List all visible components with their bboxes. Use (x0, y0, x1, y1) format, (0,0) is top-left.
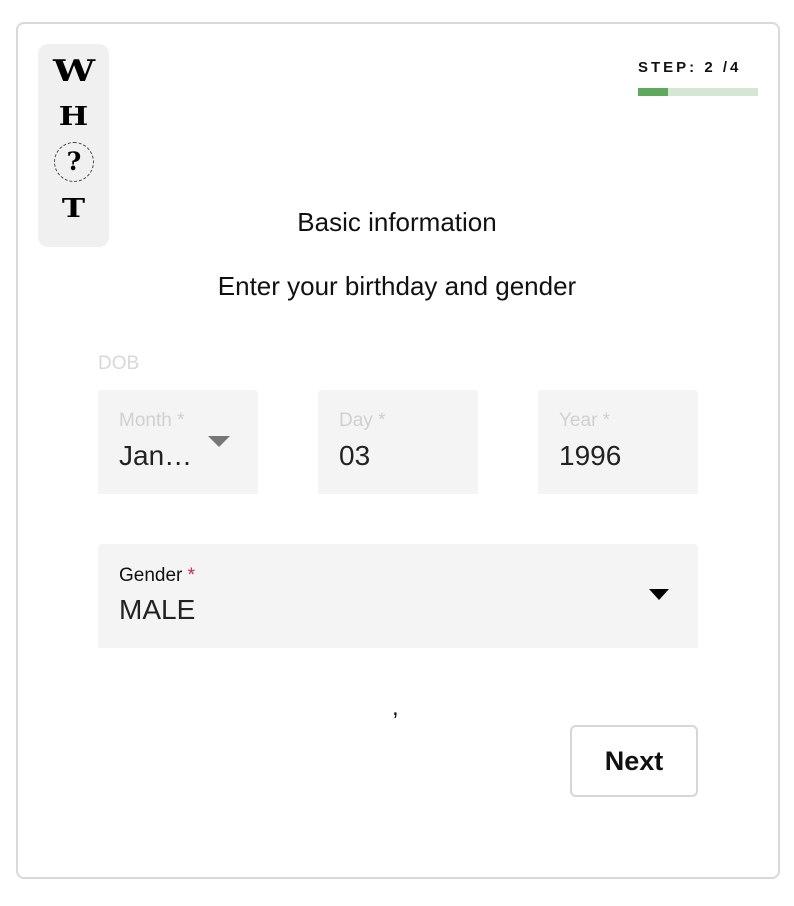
gender-label: Gender * (119, 565, 195, 587)
year-value: 1996 (559, 440, 622, 471)
gender-select[interactable]: Gender * MALE (98, 544, 698, 648)
year-input[interactable]: Year * 1996 (538, 390, 698, 494)
logo-letter-h: H (58, 102, 89, 132)
chevron-down-icon (208, 436, 230, 447)
day-label: Day * (339, 410, 386, 431)
logo-letter-question: ? (54, 142, 94, 182)
required-marker: * (187, 565, 196, 586)
next-button[interactable]: Next (570, 725, 698, 797)
logo-letter-w: W (53, 54, 95, 89)
month-value: January (119, 440, 204, 471)
page-title: Basic information (297, 207, 497, 237)
gender-label-text: Gender (119, 565, 183, 586)
progress-bar (638, 88, 758, 96)
progress-bar-fill (638, 88, 668, 96)
day-value: 03 (339, 440, 371, 471)
month-select[interactable]: Month * January (98, 390, 258, 494)
month-label: Month * (119, 410, 185, 431)
day-input[interactable]: Day * 03 (318, 390, 478, 494)
gender-value: MALE (119, 594, 196, 625)
dob-label: DOB (98, 353, 140, 374)
chevron-down-icon (649, 589, 669, 600)
stray-text: , (392, 694, 399, 721)
step-indicator: STEP: 2 /4 (638, 59, 742, 76)
page-subtitle: Enter your birthday and gender (217, 271, 577, 301)
year-label: Year * (559, 410, 611, 431)
